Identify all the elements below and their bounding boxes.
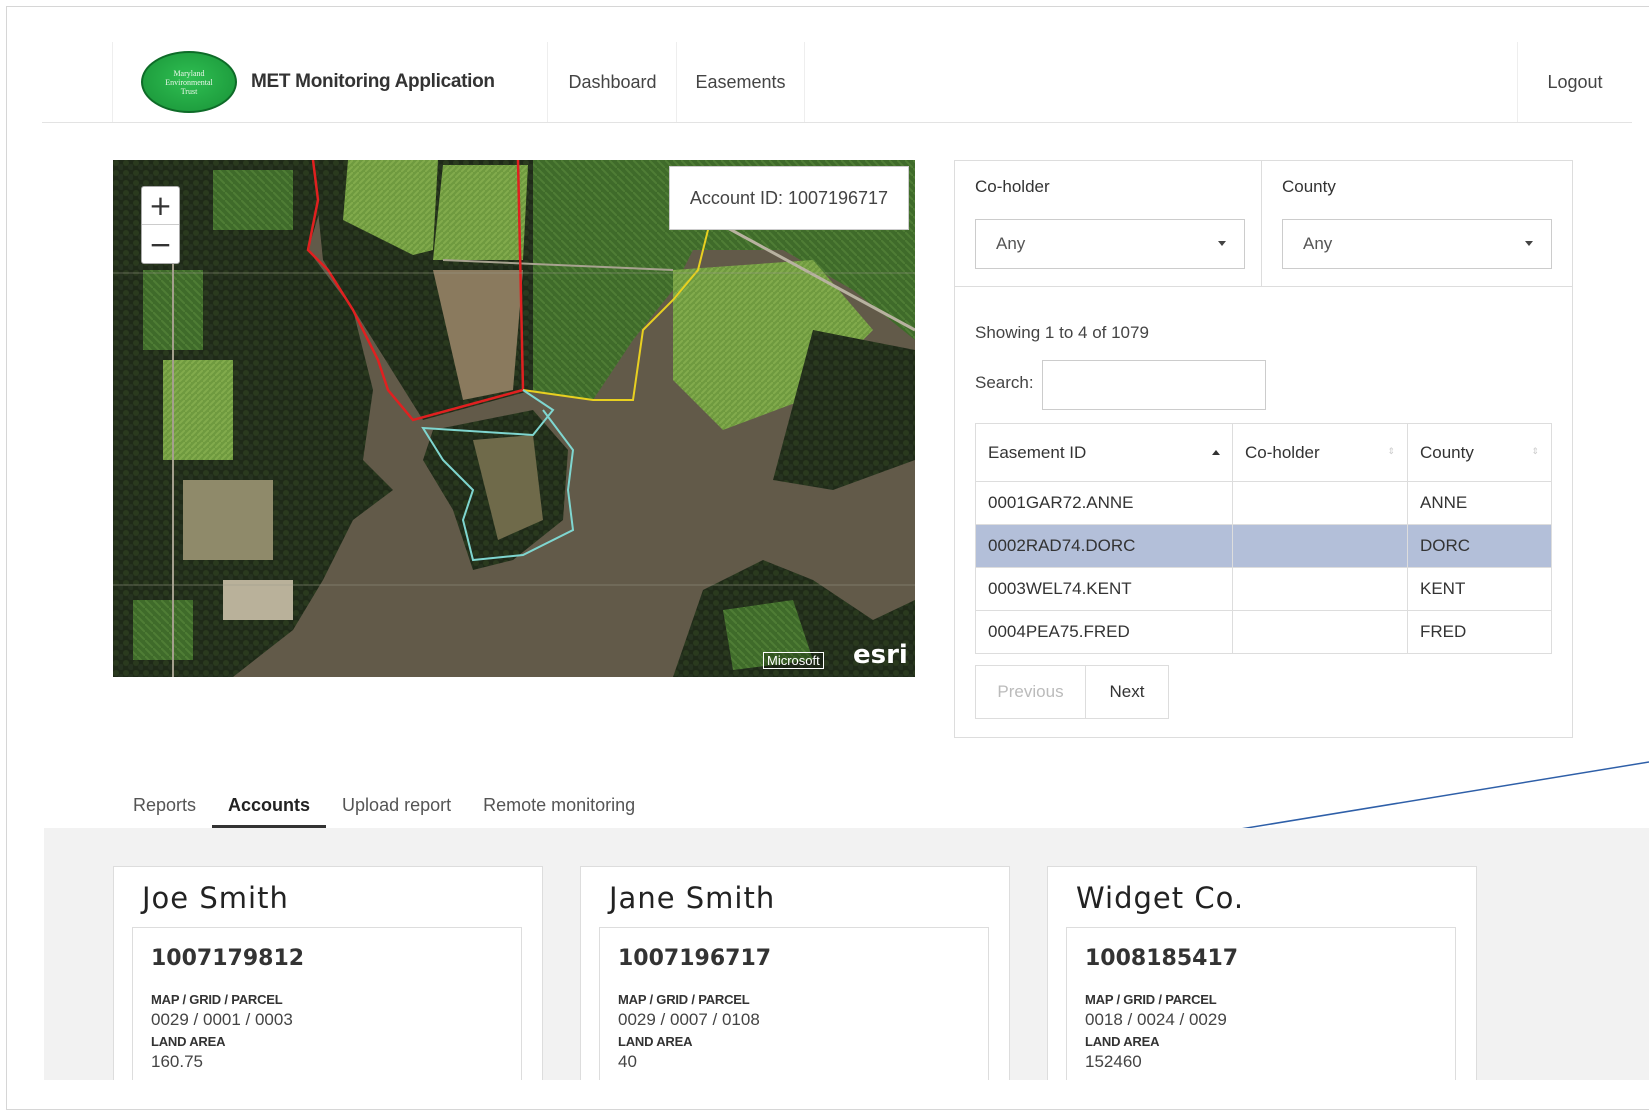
land-area-value: 40 [618,1052,637,1071]
cell-easement-id: 0004PEA75.FRED [975,610,1233,654]
col-header-coholder[interactable]: Co-holder ⇕ [1232,423,1408,482]
cell-easement-id: 0002RAD74.DORC [975,524,1233,568]
next-button[interactable]: Next [1086,666,1168,718]
tab-remote-monitoring[interactable]: Remote monitoring [467,782,651,828]
cell-county: FRED [1407,610,1552,654]
table-row[interactable]: 0004PEA75.FRED FRED [975,610,1552,654]
col-header-county[interactable]: County ⇕ [1407,423,1552,482]
map-grid-parcel-value: 0029 / 0007 / 0108 [618,1010,760,1029]
land-area-value: 152460 [1085,1052,1142,1071]
cell-easement-id: 0003WEL74.KENT [975,567,1233,611]
coholder-select-value: Any [996,234,1026,253]
land-area-label: LAND AREA [151,1034,226,1049]
map-imagery [113,160,915,677]
tab-bar: Reports Accounts Upload report Remote mo… [117,782,651,828]
table-row-selected[interactable]: 0002RAD74.DORC DORC [975,524,1552,568]
account-id: 1007196717 [618,946,772,971]
nav-easements[interactable]: Easements [677,42,805,122]
brand[interactable]: Maryland Environmental Trust MET Monitor… [112,42,548,122]
tab-reports[interactable]: Reports [117,782,212,828]
land-area-label: LAND AREA [1085,1034,1160,1049]
zoom-in-button[interactable]: + [142,187,179,225]
easement-table: Easement ID Co-holder ⇕ County ⇕ 0001GAR72… [975,423,1552,654]
cell-county: KENT [1407,567,1552,611]
account-name: Joe Smith [142,881,289,915]
map-grid-parcel-value: 0018 / 0024 / 0029 [1085,1010,1227,1029]
account-card[interactable]: Joe Smith 1007179812 MAP / GRID / PARCEL… [113,866,543,1080]
logo-line-3: Trust [180,86,198,96]
col-header-easement-id[interactable]: Easement ID [975,423,1233,482]
coholder-filter: Co-holder Any [955,161,1262,287]
search-input[interactable] [1042,360,1266,410]
coholder-label: Co-holder [975,177,1050,196]
cell-county: ANNE [1407,481,1552,525]
cell-coholder [1232,524,1408,568]
top-navbar: Maryland Environmental Trust MET Monitor… [42,42,1632,123]
nav-dashboard[interactable]: Dashboard [549,42,677,122]
land-area-value: 160.75 [151,1052,203,1071]
coholder-select[interactable]: Any [975,219,1245,269]
accounts-panel: Joe Smith 1007179812 MAP / GRID / PARCEL… [44,828,1649,1080]
sort-asc-icon [1212,450,1220,455]
previous-button[interactable]: Previous [976,666,1086,718]
cell-easement-id: 0001GAR72.ANNE [975,481,1233,525]
search-label: Search: [975,373,1034,392]
county-label: County [1282,177,1336,196]
account-popup: Account ID: 1007196717 [669,166,909,230]
map-grid-parcel-label: MAP / GRID / PARCEL [1085,992,1217,1007]
zoom-out-button[interactable]: − [142,225,179,263]
cell-coholder [1232,610,1408,654]
met-logo: Maryland Environmental Trust [141,51,237,113]
satellite-map[interactable]: + − Account ID: 1007196717 Microsoft esr… [113,160,915,677]
account-id: 1007179812 [151,946,305,971]
table-row[interactable]: 0001GAR72.ANNE ANNE [975,481,1552,525]
county-filter: County Any [1262,161,1572,287]
account-id: 1008185417 [1085,946,1239,971]
caret-down-icon [1218,241,1226,246]
land-area-label: LAND AREA [618,1034,693,1049]
tab-upload-report[interactable]: Upload report [326,782,467,828]
county-select-value: Any [1303,234,1333,253]
nav-logout[interactable]: Logout [1517,42,1632,122]
account-card[interactable]: Widget Co. 1008185417 MAP / GRID / PARCE… [1047,866,1477,1080]
microsoft-attribution: Microsoft [763,652,824,669]
cell-coholder [1232,567,1408,611]
map-grid-parcel-label: MAP / GRID / PARCEL [151,992,283,1007]
logo-line-1: Maryland [173,68,205,78]
table-row[interactable]: 0003WEL74.KENT KENT [975,567,1552,611]
cell-coholder [1232,481,1408,525]
county-select[interactable]: Any [1282,219,1552,269]
cell-county: DORC [1407,524,1552,568]
filter-header: Co-holder Any County Any [955,161,1572,287]
account-details: 1008185417 MAP / GRID / PARCEL 0018 / 00… [1066,927,1456,1080]
esri-logo: esri [853,640,908,670]
account-details: 1007196717 MAP / GRID / PARCEL 0029 / 00… [599,927,989,1080]
map-grid-parcel-value: 0029 / 0001 / 0003 [151,1010,293,1029]
sort-icon: ⇕ [1387,446,1395,456]
table-info: Showing 1 to 4 of 1079 [975,323,1149,342]
account-details: 1007179812 MAP / GRID / PARCEL 0029 / 00… [132,927,522,1080]
account-card[interactable]: Jane Smith 1007196717 MAP / GRID / PARCE… [580,866,1010,1080]
pagination: Previous Next [975,665,1169,719]
easement-panel: Co-holder Any County Any Showing 1 to 4 … [954,160,1573,738]
map-grid-parcel-label: MAP / GRID / PARCEL [618,992,750,1007]
account-name: Jane Smith [609,881,776,915]
app-title: MET Monitoring Application [251,71,495,92]
zoom-control: + − [141,186,180,264]
logo-line-2: Environmental [165,77,213,87]
sort-icon: ⇕ [1531,446,1539,456]
account-name: Widget Co. [1076,881,1245,915]
caret-down-icon [1525,241,1533,246]
tab-accounts[interactable]: Accounts [212,782,327,828]
